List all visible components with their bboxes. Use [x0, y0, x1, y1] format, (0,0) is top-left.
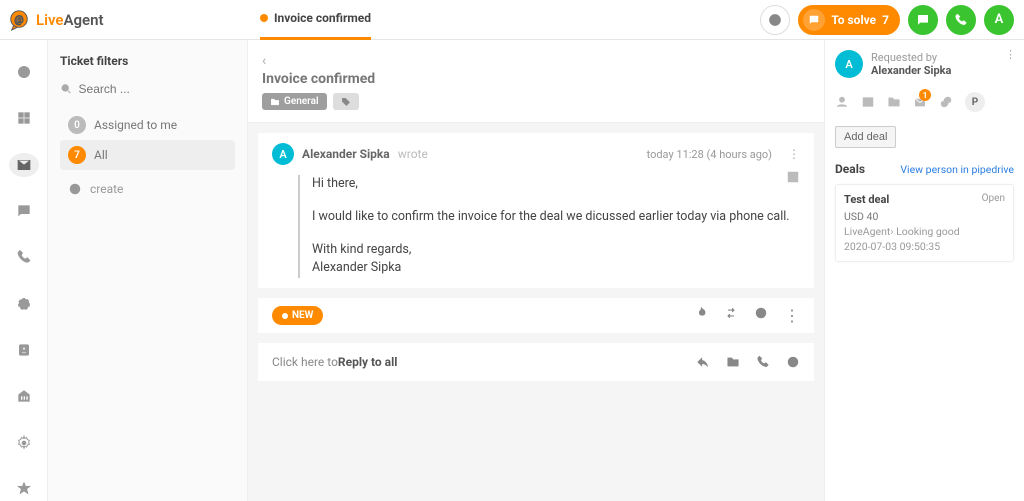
message-timestamp: today 11:28 (4 hours ago) [647, 148, 772, 161]
back-button[interactable]: ‹ [262, 51, 282, 71]
schedule-icon[interactable] [786, 355, 800, 369]
resolve-icon[interactable] [754, 306, 768, 325]
popout-icon[interactable] [786, 169, 800, 188]
to-solve-button[interactable]: To solve 7 [798, 5, 900, 35]
liveagent-logo-icon: @ [8, 9, 30, 31]
add-deal-button[interactable]: Add deal [835, 126, 896, 148]
tag-plus-icon [341, 97, 351, 107]
deal-date: 2020-07-03 09:50:35 [844, 240, 1005, 253]
nav-calls[interactable] [9, 245, 39, 269]
ticket-title: Invoice confirmed [262, 71, 810, 87]
nav-tickets[interactable] [9, 153, 39, 177]
pipedrive-chip[interactable]: P [965, 92, 985, 112]
wrote-label: wrote [398, 147, 428, 161]
filter-count-badge: 0 [68, 116, 86, 134]
svg-text:@: @ [14, 14, 23, 25]
current-user-avatar[interactable]: A [984, 5, 1014, 35]
link-icon[interactable] [939, 95, 953, 109]
transfer-icon[interactable] [724, 306, 738, 325]
nav-chats[interactable] [9, 199, 39, 223]
reply-call-icon[interactable] [756, 355, 770, 369]
filter-count-badge: 7 [68, 146, 86, 164]
window-icon[interactable] [861, 95, 875, 109]
message-body: I would like to confirm the invoice for … [312, 208, 800, 227]
app-logo: @ LiveAgent [0, 9, 250, 31]
filter-search-input[interactable] [79, 82, 235, 96]
nav-contacts[interactable] [9, 338, 39, 362]
filter-label: All [94, 148, 108, 162]
chat-button[interactable] [908, 5, 938, 35]
footer-menu-button[interactable]: ⋮ [784, 306, 800, 325]
requested-by-label: Requested by [871, 51, 951, 64]
filter-create-label: create [90, 182, 123, 196]
to-solve-count: 7 [882, 13, 889, 27]
app-name: LiveAgent [36, 11, 104, 29]
message-signoff: With kind regards, [312, 241, 800, 260]
deal-stage: LiveAgent› Looking good [844, 225, 1005, 238]
folder-icon [270, 97, 280, 107]
folder-detail-icon[interactable] [887, 95, 901, 109]
to-solve-icon [803, 9, 825, 31]
contact-person-icon[interactable] [835, 95, 849, 109]
add-button[interactable] [760, 5, 790, 35]
deals-count-badge: 1 [919, 89, 931, 101]
nav-settings[interactable] [9, 430, 39, 454]
filters-title: Ticket filters [60, 54, 235, 68]
reply-prefix: Click here to [272, 355, 338, 369]
nav-dashboard[interactable] [9, 60, 39, 84]
filter-assigned-to-me[interactable]: 0 Assigned to me [60, 110, 235, 140]
deals-badge-icon[interactable]: 1 [913, 95, 927, 109]
requester-avatar: A [835, 50, 863, 78]
tab-title: Invoice confirmed [274, 11, 371, 25]
to-solve-label: To solve [831, 13, 876, 27]
details-menu-button[interactable]: ⋮ [1005, 48, 1016, 61]
add-tag-button[interactable] [333, 93, 359, 110]
deal-status: Open [982, 193, 1005, 204]
deals-section-title: Deals [835, 162, 865, 176]
filter-all[interactable]: 7 All [60, 140, 235, 170]
message-signature: Alexander Sipka [312, 259, 800, 278]
deal-price: USD 40 [844, 210, 1005, 223]
call-button[interactable] [946, 5, 976, 35]
attach-icon[interactable] [726, 355, 740, 369]
nav-tiles[interactable] [9, 106, 39, 130]
nav-knowledgebase[interactable] [9, 384, 39, 408]
reply-bold: Reply to all [338, 355, 398, 369]
message-author-name: Alexander Sipka [302, 147, 390, 161]
nav-activity[interactable] [9, 291, 39, 315]
message-author-avatar: A [272, 143, 294, 165]
active-tab[interactable]: Invoice confirmed [260, 0, 371, 40]
reply-icon[interactable] [696, 355, 710, 369]
reply-to-all-button[interactable]: Click here to Reply to all [258, 343, 814, 381]
message-greeting: Hi there, [312, 175, 800, 194]
filter-create-button[interactable]: create [60, 170, 235, 196]
deal-card[interactable]: Open Test deal USD 40 LiveAgent› Looking… [835, 184, 1014, 262]
ticket-tag-general[interactable]: General [262, 93, 327, 110]
nav-favorites[interactable] [9, 477, 39, 501]
tab-status-dot [260, 14, 268, 22]
fire-icon[interactable] [694, 306, 708, 325]
requester-name: Alexander Sipka [871, 64, 951, 77]
search-icon [60, 82, 73, 96]
status-new-chip[interactable]: NEW [272, 306, 323, 325]
view-in-pipedrive-link[interactable]: View person in pipedrive [900, 163, 1014, 176]
message-menu-button[interactable]: ⋮ [780, 147, 800, 161]
plus-circle-icon [68, 182, 82, 196]
filter-label: Assigned to me [94, 118, 177, 132]
